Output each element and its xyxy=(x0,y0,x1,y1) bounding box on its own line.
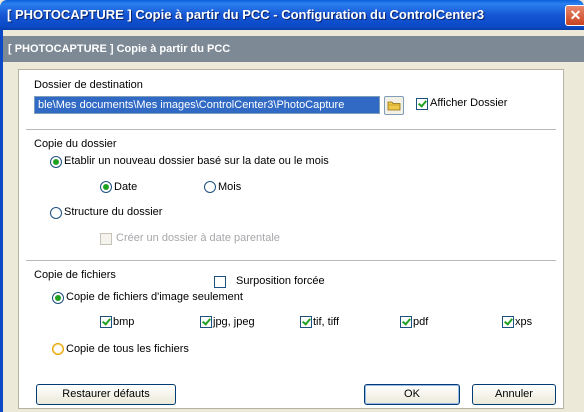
images-only-label: Copie de fichiers d'image seulement xyxy=(66,291,243,303)
month-label: Mois xyxy=(218,181,242,193)
month-radio[interactable] xyxy=(204,181,216,193)
divider xyxy=(26,260,556,261)
destination-path-input[interactable]: ble\Mes documents\Mes images\ControlCent… xyxy=(34,96,380,114)
file-copy-label: Copie de fichiers xyxy=(34,269,116,281)
folder-structure-radio[interactable] xyxy=(50,207,62,219)
tif-checkbox[interactable] xyxy=(300,316,312,328)
show-folder-label: Afficher Dossier xyxy=(430,97,508,109)
show-folder-checkbox[interactable] xyxy=(416,98,428,110)
parent-date-folder-checkbox[interactable] xyxy=(100,233,112,245)
section-banner: [ PHOTOCAPTURE ] Copie à partir du PCC xyxy=(3,36,584,62)
folder-structure-label: Structure du dossier xyxy=(64,206,163,218)
images-only-radio[interactable] xyxy=(52,292,64,304)
cancel-button[interactable]: Annuler xyxy=(472,384,556,405)
close-button[interactable]: ✕ xyxy=(565,5,584,26)
restore-defaults-button[interactable]: Restaurer défauts xyxy=(36,384,176,405)
folder-copy-label: Copie du dossier xyxy=(34,138,117,150)
title-bar[interactable]: [ PHOTOCAPTURE ] Copie à partir du PCC -… xyxy=(0,0,584,30)
xps-label: xps xyxy=(515,316,533,328)
browse-folder-button[interactable] xyxy=(384,96,404,115)
date-label: Date xyxy=(114,181,138,193)
destination-label: Dossier de destination xyxy=(34,79,143,91)
divider xyxy=(26,129,556,130)
overwrite-label: Surposition forcée xyxy=(236,275,325,287)
jpg-label: jpg, jpeg xyxy=(213,316,255,328)
overwrite-checkbox[interactable] xyxy=(214,276,226,288)
all-files-radio[interactable] xyxy=(52,343,64,355)
date-radio[interactable] xyxy=(100,181,112,193)
banner-title: [ PHOTOCAPTURE ] Copie à partir du PCC xyxy=(8,43,231,55)
parent-date-folder-label: Créer un dossier à date parentale xyxy=(116,232,280,244)
bmp-checkbox[interactable] xyxy=(100,316,112,328)
window-title: [ PHOTOCAPTURE ] Copie à partir du PCC -… xyxy=(7,7,485,22)
pdf-checkbox[interactable] xyxy=(400,316,412,328)
bmp-label: bmp xyxy=(113,316,135,328)
xps-checkbox[interactable] xyxy=(502,316,514,328)
new-folder-label: Etablir un nouveau dossier basé sur la d… xyxy=(64,155,329,167)
folder-icon xyxy=(387,101,401,111)
all-files-label: Copie de tous les fichiers xyxy=(66,343,189,355)
ok-button[interactable]: OK xyxy=(364,384,460,405)
pdf-label: pdf xyxy=(413,316,429,328)
tif-label: tif, tiff xyxy=(313,316,340,328)
jpg-checkbox[interactable] xyxy=(200,316,212,328)
new-folder-radio[interactable] xyxy=(50,156,62,168)
